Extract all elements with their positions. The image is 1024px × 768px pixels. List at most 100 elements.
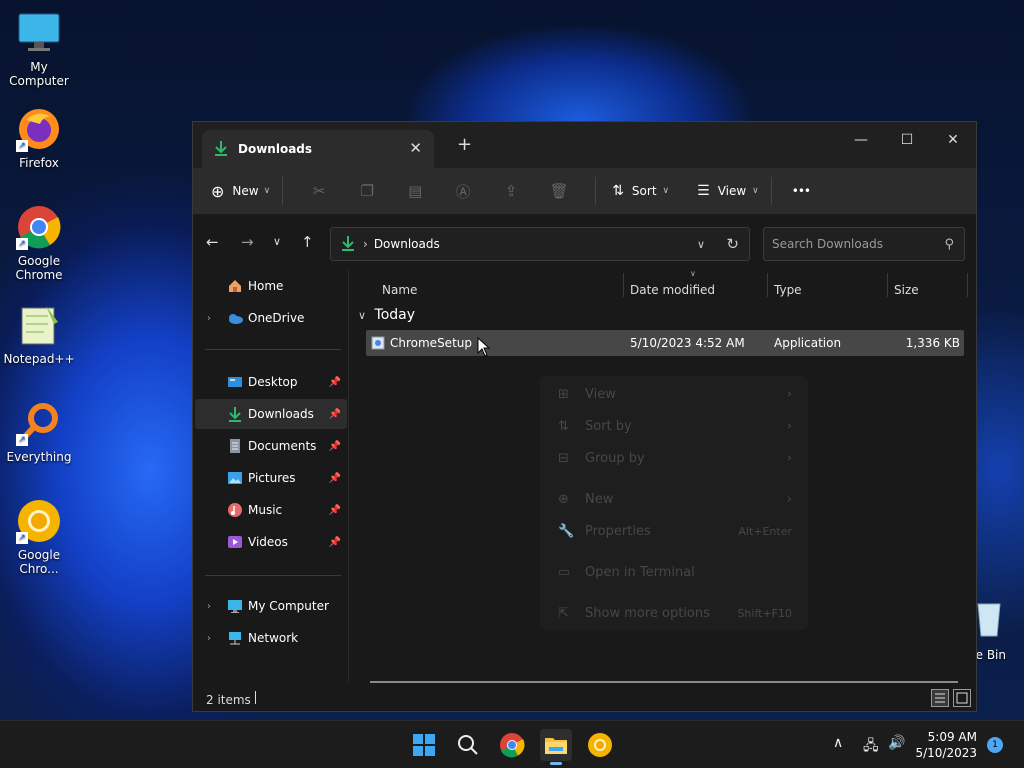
delete-icon[interactable]: 🗑 — [535, 182, 583, 200]
desktop-icon-notepadpp[interactable]: Notepad++ — [0, 302, 78, 366]
new-button-label: New — [232, 184, 259, 198]
context-menu-item-properties[interactable]: 🔧 Properties Alt+Enter — [540, 517, 808, 547]
context-menu-item-view[interactable]: ⊞ View › — [540, 380, 808, 410]
context-menu: ⊞ View › ⇅ Sort by › ⊟ Group by › ⊕ New … — [540, 376, 808, 630]
cut-icon[interactable]: ✂ — [295, 182, 343, 200]
desktop-icon-google-chrome[interactable]: ↗ Google Chrome — [0, 204, 78, 282]
search-input[interactable] — [772, 237, 932, 251]
column-header-size[interactable]: Size — [894, 283, 919, 297]
navigation-pane: Home › OneDrive Desktop 📌 Downloads 📌 Do… — [193, 269, 349, 683]
chevron-right-icon[interactable]: › — [207, 601, 211, 612]
nav-item-desktop[interactable]: Desktop 📌 — [195, 367, 347, 397]
sort-button[interactable]: ⇅ Sort ∨ — [612, 175, 669, 207]
desktop-icon — [227, 374, 243, 390]
file-name: ChromeSetup — [390, 336, 472, 350]
document-icon — [227, 438, 243, 454]
nav-item-home[interactable]: Home — [195, 271, 347, 301]
column-divider[interactable] — [623, 273, 624, 297]
taskbar-search-button[interactable] — [452, 729, 484, 761]
details-view-button[interactable] — [931, 689, 949, 707]
nav-item-documents[interactable]: Documents 📌 — [195, 431, 347, 461]
back-arrow-icon[interactable]: ← — [206, 233, 219, 251]
share-icon[interactable]: ⇪ — [487, 182, 535, 200]
search-box[interactable]: ⚲ — [763, 227, 965, 261]
shortcut-arrow-icon: ↗ — [16, 434, 28, 446]
taskbar-chrome[interactable] — [496, 729, 528, 761]
recycle-bin-icon — [974, 598, 1004, 644]
search-magnifier-icon: ↗ — [16, 400, 62, 446]
shortcut-label: Shift+F10 — [737, 607, 792, 620]
nav-item-pictures[interactable]: Pictures 📌 — [195, 463, 347, 493]
more-options-button[interactable]: ••• — [792, 175, 811, 207]
pin-icon: 📌 — [328, 536, 341, 548]
nav-divider — [205, 349, 341, 350]
nav-item-videos[interactable]: Videos 📌 — [195, 527, 347, 557]
context-menu-item-sort-by[interactable]: ⇅ Sort by › — [540, 412, 808, 442]
rename-icon[interactable]: Ⓐ — [439, 181, 487, 202]
nav-item-music[interactable]: Music 📌 — [195, 495, 347, 525]
chevron-down-icon: ∨ — [358, 309, 367, 322]
monitor-icon — [16, 10, 62, 56]
address-dropdown-chevron-icon[interactable]: ∨ — [697, 238, 705, 251]
nav-item-network[interactable]: › Network — [195, 623, 347, 653]
desktop-icon-firefox[interactable]: ↗ Firefox — [0, 106, 78, 170]
maximize-button[interactable]: ☐ — [884, 126, 930, 154]
forward-arrow-icon[interactable]: → — [241, 233, 254, 251]
column-divider[interactable] — [967, 273, 968, 297]
copy-icon[interactable]: ❐ — [343, 182, 391, 200]
start-button[interactable] — [408, 729, 440, 761]
sort-indicator-icon: ∨ — [690, 269, 696, 278]
column-header-name[interactable]: Name — [382, 283, 417, 297]
breadcrumb-downloads[interactable]: Downloads — [374, 237, 440, 251]
close-window-button[interactable]: ✕ — [930, 126, 976, 154]
windows-logo-icon — [413, 734, 435, 756]
folder-icon — [545, 738, 567, 754]
context-menu-item-group-by[interactable]: ⊟ Group by › — [540, 444, 808, 474]
taskbar-file-explorer[interactable] — [540, 729, 572, 765]
pin-icon: 📌 — [328, 408, 341, 420]
file-explorer-window: Downloads ✕ + — ☐ ✕ ⊕ New ∨ ✂ ❐ ▤ Ⓐ ⇪ 🗑 … — [192, 121, 977, 712]
view-button[interactable]: ☰ View ∨ — [697, 175, 759, 207]
volume-icon[interactable]: 🔊 — [888, 735, 905, 751]
column-header-type[interactable]: Type — [774, 283, 802, 297]
desktop-icon-everything[interactable]: ↗ Everything — [0, 400, 78, 464]
pin-icon: 📌 — [328, 472, 341, 484]
nav-item-onedrive[interactable]: › OneDrive — [195, 303, 347, 333]
up-arrow-icon[interactable]: ↑ — [301, 233, 314, 251]
large-icons-view-button[interactable] — [953, 689, 971, 707]
notepadpp-icon — [16, 302, 62, 348]
refresh-icon[interactable]: ↻ — [726, 235, 739, 253]
pin-icon: 📌 — [328, 376, 341, 388]
address-bar[interactable]: › Downloads ∨ ↻ — [330, 227, 750, 261]
paste-icon[interactable]: ▤ — [391, 182, 439, 200]
cloud-icon — [227, 310, 243, 326]
chevron-right-icon[interactable]: › — [207, 313, 211, 324]
desktop-icon-google-chrome-canary[interactable]: ↗ Google Chro... — [0, 498, 78, 576]
file-row[interactable]: ChromeSetup 5/10/2023 4:52 AM Applicatio… — [366, 330, 964, 356]
close-tab-button[interactable]: ✕ — [409, 139, 422, 157]
chevron-right-icon: › — [786, 419, 792, 434]
taskbar-chrome-canary[interactable] — [584, 729, 616, 761]
horizontal-scrollbar[interactable] — [370, 681, 958, 683]
column-divider[interactable] — [887, 273, 888, 297]
new-tab-button[interactable]: + — [457, 134, 472, 155]
group-header-today[interactable]: ∨ Today — [358, 307, 415, 323]
desktop-icon-my-computer[interactable]: My Computer — [0, 10, 78, 88]
clock[interactable]: 5:09 AM 5/10/2023 — [915, 729, 977, 761]
context-menu-item-show-more-options[interactable]: ⇱ Show more options Shift+F10 — [540, 599, 808, 629]
new-button[interactable]: ⊕ New ∨ — [211, 175, 270, 207]
context-menu-item-open-in-terminal[interactable]: ▭ Open in Terminal — [540, 558, 808, 588]
chevron-right-icon[interactable]: › — [207, 633, 211, 644]
context-menu-item-new[interactable]: ⊕ New › — [540, 485, 808, 515]
tab-downloads[interactable]: Downloads ✕ — [202, 130, 434, 168]
show-hidden-icons-button[interactable]: ∧ — [833, 735, 843, 751]
nav-item-my-computer[interactable]: › My Computer — [195, 591, 347, 621]
column-header-date[interactable]: Date modified — [630, 283, 715, 297]
column-divider[interactable] — [767, 273, 768, 297]
recent-locations-chevron-icon[interactable]: ∨ — [273, 235, 281, 248]
notification-badge[interactable]: 1 — [987, 737, 1003, 753]
nav-item-downloads[interactable]: Downloads 📌 — [195, 399, 347, 429]
status-bar: 2 items — [193, 685, 976, 711]
network-status-icon[interactable]: 🖧 — [863, 735, 879, 759]
minimize-button[interactable]: — — [838, 126, 884, 154]
